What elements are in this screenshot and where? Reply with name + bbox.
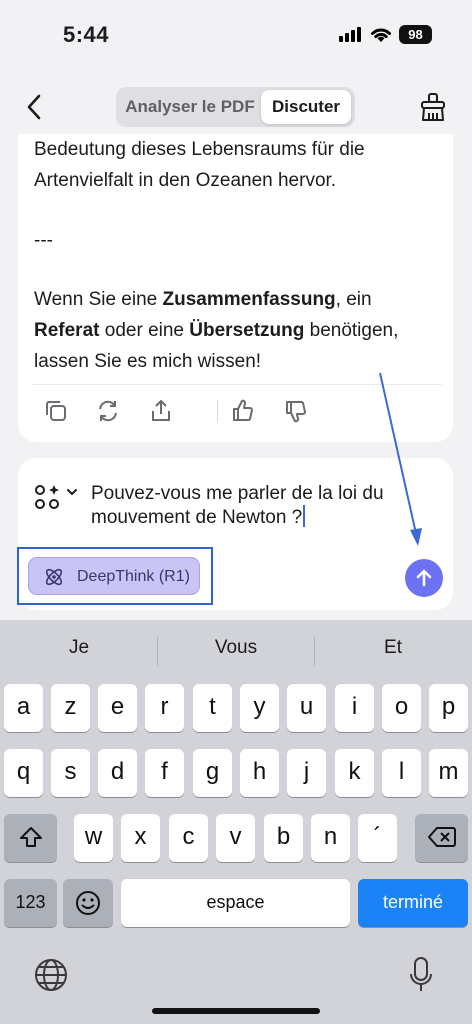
key[interactable]: j: [287, 749, 326, 797]
key[interactable]: z: [51, 684, 90, 732]
suggestion-divider: [314, 636, 315, 666]
suggestion[interactable]: Je: [19, 637, 139, 659]
chevron-down-icon[interactable]: [66, 486, 78, 498]
key[interactable]: h: [240, 749, 279, 797]
done-key[interactable]: terminé: [358, 879, 468, 927]
emoji-key[interactable]: [63, 879, 113, 927]
thumbs-down-icon[interactable]: [282, 397, 310, 425]
key[interactable]: w: [74, 814, 113, 862]
deepthink-label: DeepThink (R1): [77, 568, 190, 585]
key[interactable]: d: [98, 749, 137, 797]
key[interactable]: t: [193, 684, 232, 732]
atom-icon: [45, 568, 63, 586]
tab-discuter[interactable]: Discuter: [261, 90, 351, 124]
key[interactable]: m: [429, 749, 468, 797]
predictive-bar: Je Vous Et: [0, 620, 472, 680]
actions-divider: [217, 400, 218, 422]
key[interactable]: g: [193, 749, 232, 797]
message-composer: Pouvez-vous me parler de la loi du mouve…: [17, 458, 453, 610]
status-time: 5:44: [63, 22, 110, 47]
key[interactable]: a: [4, 684, 43, 732]
key[interactable]: y: [240, 684, 279, 732]
cellular-signal-icon: [339, 27, 363, 42]
key[interactable]: ´: [358, 814, 397, 862]
broom-clear-icon[interactable]: [418, 92, 448, 122]
assistant-message-card: Bedeutung dieses Lebensraums für die Art…: [18, 134, 453, 442]
wifi-icon: [371, 28, 391, 42]
key[interactable]: p: [429, 684, 468, 732]
suggestion[interactable]: Et: [333, 637, 453, 659]
suggestion[interactable]: Vous: [176, 637, 296, 659]
key[interactable]: k: [335, 749, 374, 797]
send-button[interactable]: [405, 559, 443, 597]
microphone-icon[interactable]: [408, 956, 434, 994]
key[interactable]: s: [51, 749, 90, 797]
home-indicator: [152, 1008, 320, 1014]
message-line: Bedeutung dieses Lebensraums für die: [34, 139, 365, 160]
message-separator: ---: [34, 230, 53, 251]
key[interactable]: q: [4, 749, 43, 797]
status-bar: 5:44 98: [0, 0, 472, 70]
tab-analyser-pdf[interactable]: Analyser le PDF: [120, 90, 260, 124]
battery-indicator: 98: [399, 25, 432, 44]
key[interactable]: c: [169, 814, 208, 862]
thumbs-up-icon[interactable]: [229, 397, 257, 425]
key[interactable]: f: [145, 749, 184, 797]
key[interactable]: x: [121, 814, 160, 862]
key[interactable]: n: [311, 814, 350, 862]
back-chevron-icon[interactable]: [22, 92, 48, 122]
arrow-up-icon: [416, 569, 432, 587]
share-icon[interactable]: [147, 397, 175, 425]
message-closing: Wenn Sie eine Zusammenfassung, ein Refer…: [34, 289, 399, 372]
globe-icon[interactable]: [34, 958, 68, 992]
key[interactable]: b: [264, 814, 303, 862]
key[interactable]: v: [216, 814, 255, 862]
key[interactable]: e: [98, 684, 137, 732]
delete-key[interactable]: [415, 814, 468, 862]
numbers-key[interactable]: 123: [4, 879, 57, 927]
message-input[interactable]: Pouvez-vous me parler de la loi du mouve…: [91, 482, 431, 529]
key[interactable]: o: [382, 684, 421, 732]
key[interactable]: l: [382, 749, 421, 797]
top-nav: Analyser le PDF Discuter: [0, 80, 472, 134]
space-key[interactable]: espace: [121, 879, 350, 927]
key[interactable]: i: [335, 684, 374, 732]
deepthink-toggle[interactable]: DeepThink (R1): [28, 557, 200, 595]
backspace-icon: [427, 827, 456, 847]
suggestion-divider: [157, 636, 158, 666]
key[interactable]: u: [287, 684, 326, 732]
message-actions: [32, 384, 442, 434]
mode-segmented-control: Analyser le PDF Discuter: [116, 87, 355, 127]
annotation-highlight-box: DeepThink (R1): [17, 547, 213, 605]
emoji-icon: [76, 891, 100, 915]
shift-key[interactable]: [4, 814, 57, 862]
tools-sparkle-icon[interactable]: [32, 482, 62, 512]
message-line: Artenvielfalt in den Ozeanen hervor.: [34, 170, 337, 191]
shift-icon: [19, 827, 42, 847]
key[interactable]: r: [145, 684, 184, 732]
copy-icon[interactable]: [42, 397, 70, 425]
text-caret: [303, 505, 306, 527]
keyboard: Je Vous Et a z e r t y u i o p q s d f g…: [0, 620, 472, 1024]
regenerate-icon[interactable]: [94, 397, 122, 425]
